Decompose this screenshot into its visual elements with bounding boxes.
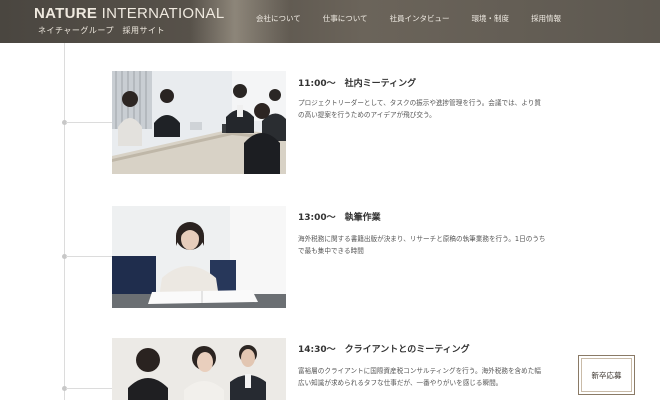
schedule-entry-title: 14:30～ クライアントとのミーティング (298, 345, 470, 355)
timeline-connector (66, 256, 112, 257)
schedule-entry-body: プロジェクトリーダーとして、タスクの振示や進捗管理を行う。会議では、より質の高い… (298, 99, 541, 119)
meeting-room-photo (112, 71, 286, 174)
schedule-entry-body: 富裕層のクライアントに国際資産税コンサルティングを行う。海外税務を含めた幅広い知… (298, 367, 541, 387)
apply-button-label: 新卒応募 (591, 370, 622, 380)
schedule-entry-title: 11:00～ 社内ミーティング (298, 79, 417, 89)
timeline-line (64, 43, 65, 400)
nav-item-interview[interactable]: 社員インタビュー (390, 13, 450, 24)
logo-primary: NATURE (34, 5, 98, 22)
timeline-connector (66, 122, 112, 123)
writing-desk-photo (112, 206, 286, 308)
schedule-entry-body: 海外税務に関する書籍出版が決まり、リサーチと原稿の執筆業務を行う。1日のうちで最… (298, 235, 546, 255)
site-header: NATURE INTERNATIONAL ネイチャーグループ 採用サイト 会社に… (0, 0, 660, 43)
logo-secondary: INTERNATIONAL (101, 5, 225, 22)
site-logo[interactable]: NATURE INTERNATIONAL ネイチャーグループ 採用サイト (34, 5, 224, 36)
nav-item-work[interactable]: 仕事について (323, 13, 368, 24)
new-graduate-apply-button[interactable]: 新卒応募 (578, 355, 635, 395)
nav-item-recruit[interactable]: 採用情報 (531, 13, 561, 24)
client-meeting-photo (112, 338, 286, 400)
logo-wordmark: NATURE INTERNATIONAL (34, 5, 224, 23)
nav-item-company[interactable]: 会社について (256, 13, 301, 24)
timeline-connector (66, 388, 112, 389)
main-nav: 会社について 仕事について 社員インタビュー 環境・制度 採用情報 (256, 13, 583, 24)
logo-subtitle: ネイチャーグループ 採用サイト (38, 26, 165, 35)
schedule-entry-title: 13:00～ 執筆作業 (298, 213, 381, 223)
nav-item-environment[interactable]: 環境・制度 (472, 13, 510, 24)
